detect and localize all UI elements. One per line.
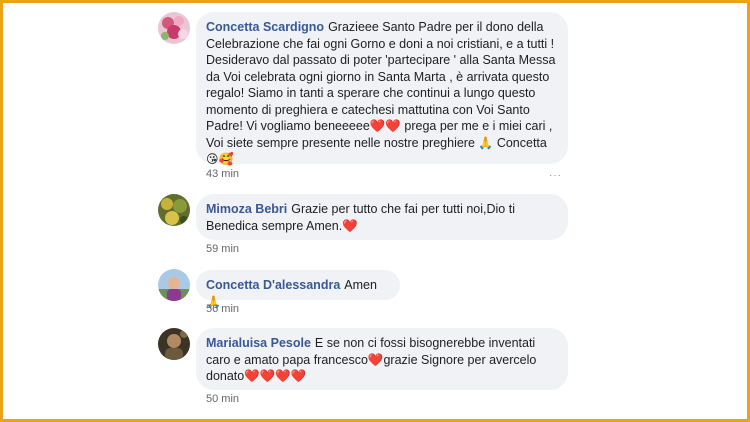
more-options-icon[interactable]: ···: [549, 170, 562, 181]
comment-bubble: Concetta Scardigno Grazieee Santo Padre p…: [196, 12, 568, 166]
comment-timestamp[interactable]: 43 min: [206, 168, 239, 180]
heart-emoji: ❤️: [367, 352, 384, 367]
person-avatar-icon[interactable]: [158, 269, 190, 301]
comment-bubble: Concetta D'alessandra Amen🙏: [196, 270, 400, 309]
comment-timestamp[interactable]: 59 min: [206, 243, 239, 255]
heart-emoji: ❤️❤️: [369, 119, 401, 133]
comment-bubble: Mimoza Bebri Grazie per tutto che fai per…: [196, 194, 568, 240]
comment-author-link[interactable]: Mimoza Bebri: [206, 202, 287, 216]
comment-text: Amen: [344, 278, 377, 292]
comment-bubble: Marialuisa Pesole E se non ci fossi bisog…: [196, 328, 568, 390]
comment-timestamp[interactable]: 56 min: [206, 303, 239, 315]
praying-hands-emoji: 🙏: [478, 135, 494, 150]
heart-emoji: ❤️: [342, 218, 358, 233]
comment-signature: Concetta: [493, 135, 547, 150]
comment-text: Grazieee Santo Padre per il dono della C…: [206, 20, 556, 133]
portrait-avatar-icon[interactable]: [158, 328, 190, 360]
kiss-emoji: 😘🥰: [206, 152, 234, 166]
comment-author-link[interactable]: Marialuisa Pesole: [206, 336, 311, 350]
flowers-avatar-icon[interactable]: [158, 12, 190, 44]
comment-author-link[interactable]: Concetta Scardigno: [206, 20, 324, 34]
garden-avatar-icon[interactable]: [158, 194, 190, 226]
comment-author-link[interactable]: Concetta D'alessandra: [206, 278, 340, 292]
hearts-emoji: ❤️❤️❤️❤️: [244, 369, 307, 383]
comment-timestamp[interactable]: 50 min: [206, 393, 239, 405]
